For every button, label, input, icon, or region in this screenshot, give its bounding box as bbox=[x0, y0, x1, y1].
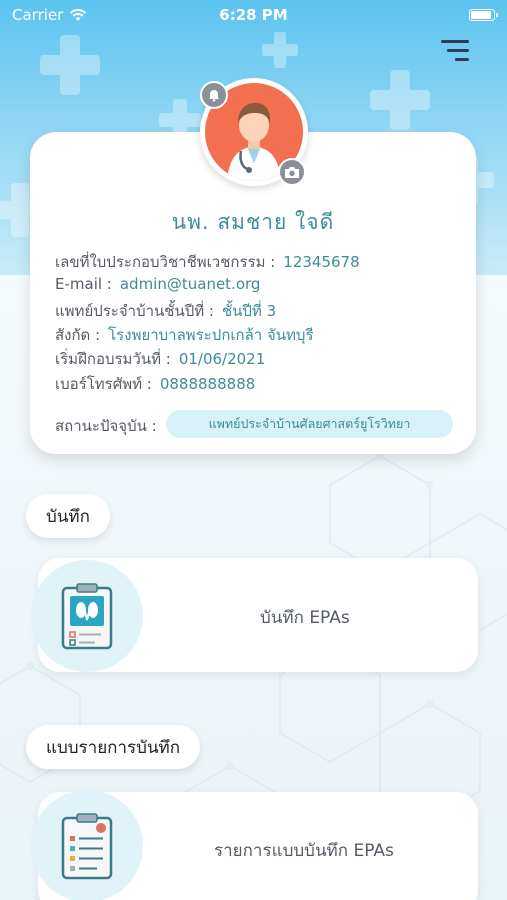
section-record-forms-tag: แบบรายการบันทึก bbox=[26, 725, 201, 769]
medical-cross-decoration bbox=[40, 35, 100, 95]
section-record-tag: บันทึก bbox=[26, 494, 110, 538]
residency-year-value: ชั้นปีที่ 3 bbox=[221, 302, 277, 320]
status-bar: Carrier 6:28 PM bbox=[0, 0, 507, 30]
wifi-icon bbox=[70, 9, 87, 21]
phone-row: เบอร์โทรศัพท์ : 0888888888 bbox=[55, 372, 255, 396]
camera-icon[interactable] bbox=[278, 158, 306, 186]
bell-icon[interactable] bbox=[200, 81, 228, 109]
training-start-value: 01/06/2021 bbox=[178, 350, 266, 368]
medical-cross-decoration bbox=[262, 32, 298, 68]
record-forms-icon-circle bbox=[31, 790, 143, 900]
email-row: E-mail : admin@tuanet.org bbox=[55, 275, 260, 293]
residency-year-row: แพทย์ประจำบ้านชั้นปีที่ : ชั้นปีที่ 3 bbox=[55, 299, 276, 323]
affiliation-row: สังกัด : โรงพยาบาลพระปกเกล้า จันทบุรี bbox=[55, 323, 314, 347]
affiliation-value: โรงพยาบาลพระปกเกล้า จันทบุรี bbox=[108, 326, 314, 344]
license-number-value: 12345678 bbox=[283, 253, 360, 271]
record-forms-label: รายการแบบบันทึก EPAs bbox=[214, 841, 394, 861]
email-value: admin@tuanet.org bbox=[119, 275, 261, 293]
current-status-badge: แพทย์ประจำบ้านศัลยศาสตร์ยูโรวิทยา bbox=[166, 410, 453, 438]
affiliation-label: สังกัด : bbox=[55, 326, 101, 344]
carrier-label: Carrier bbox=[12, 6, 64, 24]
doctor-name: นพ. สมชาย ใจดี bbox=[171, 210, 335, 234]
email-label: E-mail : bbox=[55, 275, 112, 293]
clipboard-kidney-icon bbox=[61, 583, 113, 650]
training-start-label: เริ่มฝึกอบรมวันที่ : bbox=[55, 350, 171, 368]
license-number-label: เลขที่ใบประกอบวิชาชีพเวชกรรม : bbox=[55, 253, 276, 271]
training-start-row: เริ่มฝึกอบรมวันที่ : 01/06/2021 bbox=[55, 347, 265, 371]
phone-value: 0888888888 bbox=[159, 375, 256, 393]
clipboard-checklist-icon bbox=[61, 813, 113, 880]
residency-year-label: แพทย์ประจำบ้านชั้นปีที่ : bbox=[55, 302, 214, 320]
record-epas-icon-circle bbox=[31, 560, 143, 672]
record-epas-label: บันทึก EPAs bbox=[260, 608, 350, 628]
medical-cross-decoration bbox=[370, 70, 430, 130]
filter-menu-icon[interactable] bbox=[441, 40, 469, 62]
license-number-row: เลขที่ใบประกอบวิชาชีพเวชกรรม : 12345678 bbox=[55, 250, 360, 274]
clock: 6:28 PM bbox=[219, 6, 288, 24]
phone-label: เบอร์โทรศัพท์ : bbox=[55, 375, 152, 393]
battery-icon bbox=[469, 9, 498, 21]
current-status-label: สถานะปัจจุบัน : bbox=[55, 417, 157, 435]
